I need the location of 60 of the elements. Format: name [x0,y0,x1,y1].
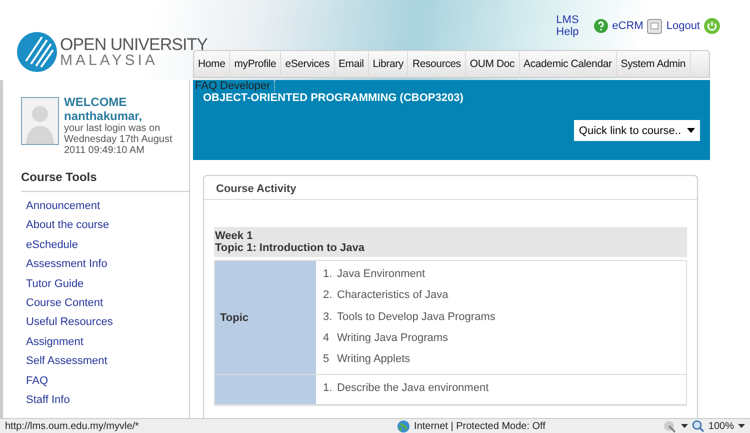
caret-icon [738,424,745,428]
caret-icon [687,128,695,133]
sidebar-link[interactable]: FAQ [26,372,189,392]
sidebar-link[interactable]: About the course [26,216,189,236]
item-text: Tools to Develop Java Programs [337,310,496,325]
sidebar-link[interactable]: Staff Info [26,391,189,410]
menu-item[interactable]: FAQ Developer [195,80,276,92]
zoom-level[interactable]: 100% [708,420,734,432]
row-label: Topic [220,312,249,324]
avatar-icon [21,97,59,145]
nav-tab[interactable]: Academic Calendar [520,50,617,78]
help-link[interactable]: LMS Help [556,14,582,38]
course-title: OBJECT-ORIENTED PROGRAMMING (CBOP3203) [203,92,464,104]
item-text: Describe the Java environment [337,382,489,396]
welcome-heading: WELCOME [64,95,128,109]
nav-tab[interactable]: OUM Doc [466,50,520,78]
sidebar-link[interactable]: eSchedule [26,236,189,256]
nav-tab[interactable]: myProfile [230,50,282,78]
item-number: 1. [323,268,331,282]
sidebar-link[interactable]: Useful Resources [26,313,189,333]
sidebar-title: Course Tools [21,170,189,192]
caret-icon [681,424,688,428]
power-icon [704,18,720,34]
nav-tab[interactable]: Home [194,50,230,78]
item-text: Writing Java Programs [337,332,448,346]
sidebar-link[interactable]: Announcement [26,197,189,216]
item-number: 2. [323,289,331,304]
item-number: 5 [323,353,330,368]
zoom-icon [692,420,704,432]
ecrm-link[interactable]: eCRM [612,20,644,32]
nav-tab[interactable]: Resources [408,50,466,78]
logo-icon [16,31,58,73]
item-text: Writing Applets [337,353,410,368]
status-url: http://lms.oum.edu.my/myvle/* [5,420,139,432]
quick-link-dropdown[interactable]: Quick link to course.. [574,120,700,141]
sidebar-link[interactable]: Assessment Info [26,255,189,275]
item-text: Java Environment [337,268,426,282]
sidebar-link[interactable]: Tutor Guide [26,274,189,294]
help-icon [594,19,608,33]
nav-tab[interactable]: Email [334,50,369,78]
card-title: Course Activity [204,176,697,200]
security-zone-text: Internet | Protected Mode: Off [414,420,546,432]
user-name: nanthakumar, [64,109,144,123]
logo-name: OPEN UNIVERSITY [60,36,208,53]
window-icon [647,18,662,34]
item-text: Characteristics of Java [337,289,448,304]
globe-icon [397,420,410,432]
sidebar-link[interactable]: Assignment [26,332,189,352]
week-label: Week 1 [215,230,254,242]
sidebar-link[interactable]: Course Content [26,294,189,314]
nav-tab[interactable]: eServices [281,50,334,78]
last-login-text: your last login was on Wednesday 17th August 2011 09:49:10 AM [64,123,174,156]
item-number: 4 [323,332,330,346]
topic-title: Topic 1: Introduction to Java [215,242,366,254]
logout-link[interactable]: Logout [666,20,700,32]
nav-tab[interactable]: System Admin [616,50,690,78]
sidebar-link[interactable]: Self Assessment [26,352,189,372]
item-number: 1. [323,382,331,396]
nav-tab[interactable]: Library [368,50,408,78]
item-number: 3. [323,310,331,325]
